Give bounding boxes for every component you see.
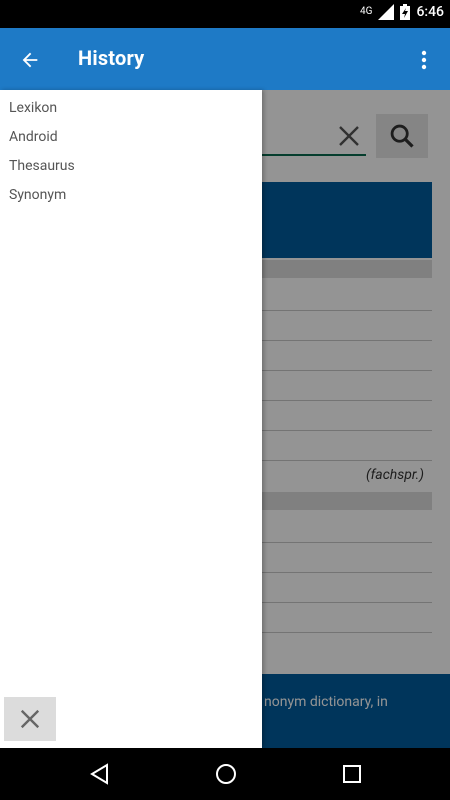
- network-type: 4G: [360, 6, 373, 17]
- more-vertical-icon: [421, 50, 427, 70]
- back-button[interactable]: [14, 44, 46, 76]
- nav-home-icon[interactable]: [214, 762, 238, 786]
- system-nav-bar: [0, 748, 450, 800]
- history-drawer: Lexikon Android Thesaurus Synonym: [0, 90, 262, 748]
- clear-history-button[interactable]: [4, 697, 56, 741]
- battery-charging-icon: [400, 4, 411, 20]
- nav-recents-icon[interactable]: [340, 762, 364, 786]
- close-icon: [20, 709, 40, 729]
- history-item[interactable]: Android: [0, 123, 262, 152]
- clock: 6:46: [416, 4, 444, 20]
- history-item[interactable]: Synonym: [0, 181, 262, 210]
- history-item[interactable]: Lexikon: [0, 94, 262, 123]
- arrow-left-icon: [22, 52, 38, 68]
- status-icons: 4G 6:46: [360, 4, 444, 20]
- nav-back-icon[interactable]: [88, 762, 112, 786]
- signal-icon: [378, 4, 395, 20]
- history-item[interactable]: Thesaurus: [0, 152, 262, 181]
- page-title: History: [78, 46, 145, 70]
- status-bar: 4G 6:46: [0, 0, 450, 28]
- more-options-button[interactable]: [410, 44, 438, 76]
- app-bar: History: [0, 28, 450, 90]
- history-list: Lexikon Android Thesaurus Synonym: [0, 90, 262, 210]
